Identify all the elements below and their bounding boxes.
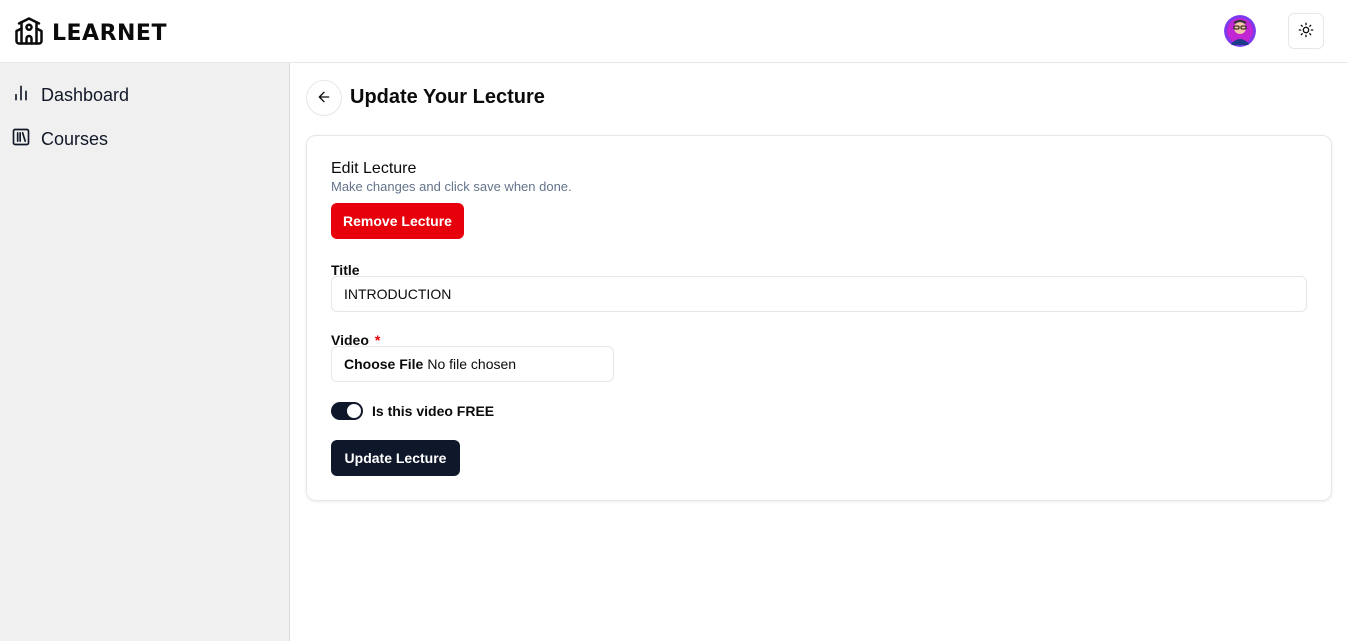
free-toggle-row: Is this video FREE xyxy=(331,402,494,420)
school-icon xyxy=(14,16,44,51)
edit-lecture-card: Edit Lecture Make changes and click save… xyxy=(306,135,1332,501)
sidebar-item-label: Dashboard xyxy=(41,85,130,105)
video-file-input[interactable]: Choose File No file chosen xyxy=(331,346,614,382)
page-title: Update Your Lecture xyxy=(350,86,545,108)
brand-name: LEARNET xyxy=(52,21,167,46)
back-button[interactable] xyxy=(306,80,342,116)
sidebar-item-courses[interactable]: Courses xyxy=(11,127,108,152)
free-toggle-label: Is this video FREE xyxy=(372,403,495,419)
sidebar: Dashboard Courses xyxy=(0,63,290,641)
file-status: No file chosen xyxy=(427,356,517,372)
library-icon xyxy=(11,127,31,152)
toggle-knob xyxy=(347,404,361,418)
theme-toggle-button[interactable] xyxy=(1288,13,1324,49)
choose-file-button[interactable]: Choose File xyxy=(344,356,423,372)
free-toggle-switch[interactable] xyxy=(331,402,363,420)
user-avatar[interactable] xyxy=(1224,15,1256,47)
update-lecture-button[interactable]: Update Lecture xyxy=(331,440,460,476)
card-description: Make changes and click save when done. xyxy=(331,179,572,194)
brand-logo[interactable]: LEARNET xyxy=(14,16,167,51)
arrow-left-icon xyxy=(316,89,332,108)
top-navbar: LEARNET xyxy=(0,0,1348,63)
sidebar-item-label: Courses xyxy=(41,129,109,149)
title-input[interactable] xyxy=(331,276,1307,312)
card-title: Edit Lecture xyxy=(331,160,417,177)
bar-chart-icon xyxy=(11,83,31,108)
sun-icon xyxy=(1298,22,1314,41)
remove-lecture-button[interactable]: Remove Lecture xyxy=(331,203,464,239)
sidebar-item-dashboard[interactable]: Dashboard xyxy=(11,83,129,108)
